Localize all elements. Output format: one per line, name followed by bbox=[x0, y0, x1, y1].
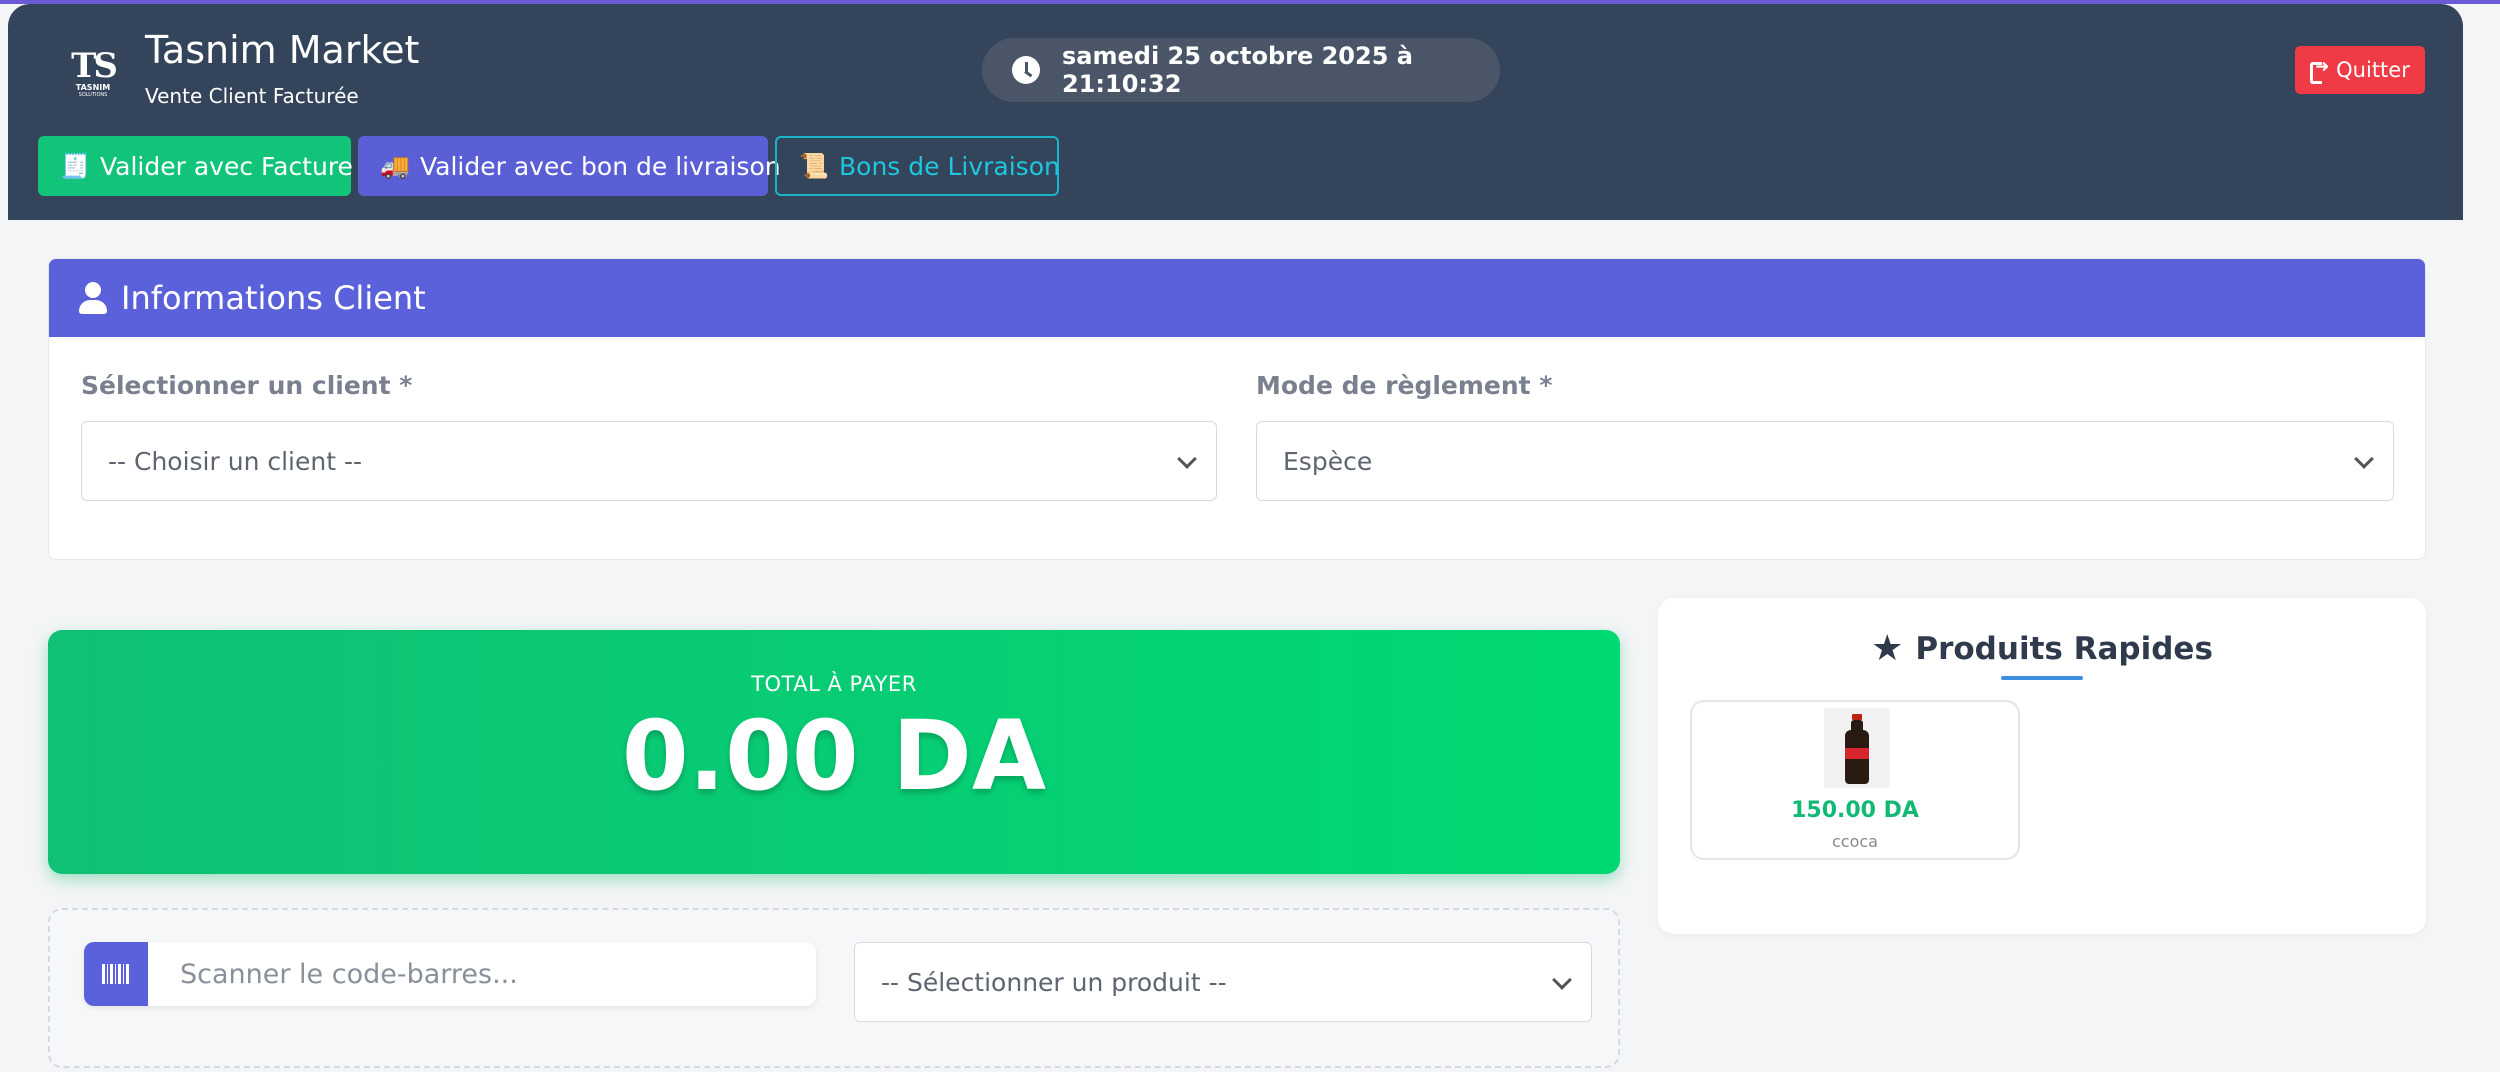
scroll-icon: 📜 bbox=[799, 152, 829, 180]
datetime-text: samedi 25 octobre 2025 à 21:10:32 bbox=[1062, 42, 1413, 98]
total-card: TOTAL À PAYER 0.00 DA bbox=[48, 630, 1620, 874]
total-value: 0.00 DA bbox=[621, 700, 1047, 812]
payment-mode-label: Mode de règlement * bbox=[1256, 371, 1553, 400]
truck-icon: 🚚 bbox=[380, 152, 410, 180]
chevron-down-icon bbox=[1177, 449, 1197, 469]
sign-out-icon bbox=[2310, 57, 2330, 84]
barcode-placeholder: Scanner le code-barres... bbox=[180, 958, 518, 990]
validate-delivery-label: Valider avec bon de livraison bbox=[420, 151, 781, 181]
product-select-value: -- Sélectionner un produit -- bbox=[881, 967, 1227, 997]
user-icon bbox=[79, 282, 107, 314]
payment-mode-value: Espèce bbox=[1283, 446, 1373, 476]
scan-area: Scanner le code-barres... -- Sélectionne… bbox=[48, 908, 1620, 1068]
title-underline bbox=[2001, 676, 2083, 680]
star-icon: ★ bbox=[1871, 628, 1904, 669]
quick-products-title: Produits Rapides bbox=[1915, 630, 2213, 667]
logo-mark: TS bbox=[71, 45, 118, 86]
quick-products-header: ★ Produits Rapides bbox=[1658, 628, 2426, 669]
client-select-label: Sélectionner un client * bbox=[81, 371, 413, 400]
product-select[interactable]: -- Sélectionner un produit -- bbox=[854, 942, 1592, 1022]
validate-invoice-button[interactable]: 🧾 Valider avec Facture bbox=[38, 136, 353, 196]
datetime-display: samedi 25 octobre 2025 à 21:10:32 bbox=[982, 38, 1500, 102]
receipt-icon: 🧾 bbox=[60, 152, 90, 180]
total-label: TOTAL À PAYER bbox=[751, 672, 917, 696]
app-title: Tasnim Market bbox=[145, 28, 420, 72]
quit-button[interactable]: Quitter bbox=[2295, 46, 2425, 94]
validate-invoice-label: Valider avec Facture bbox=[100, 151, 353, 181]
clock-icon bbox=[1012, 56, 1040, 84]
validate-delivery-button[interactable]: 🚚 Valider avec bon de livraison bbox=[358, 136, 781, 196]
quick-product-tile[interactable]: 150.00 DA ccoca bbox=[1690, 700, 2020, 860]
payment-mode-select[interactable]: Espèce bbox=[1256, 421, 2394, 501]
product-price: 150.00 DA bbox=[1791, 798, 1919, 823]
product-image bbox=[1824, 708, 1890, 788]
chevron-down-icon bbox=[1552, 970, 1572, 990]
quick-products-card: ★ Produits Rapides 150.00 DA ccoca bbox=[1658, 598, 2426, 934]
client-select-value: -- Choisir un client -- bbox=[108, 446, 363, 476]
quit-label: Quitter bbox=[2336, 58, 2410, 82]
logo-caption-small: SOLUTIONS bbox=[78, 91, 108, 98]
product-name: ccoca bbox=[1832, 832, 1878, 851]
client-select[interactable]: -- Choisir un client -- bbox=[81, 421, 1217, 501]
barcode-input[interactable]: Scanner le code-barres... bbox=[84, 942, 816, 1006]
logo-caption: TASNIM bbox=[75, 82, 111, 92]
delivery-notes-label: Bons de Livraison bbox=[839, 151, 1060, 181]
chevron-down-icon bbox=[2354, 449, 2374, 469]
barcode-icon bbox=[84, 942, 148, 1006]
app-logo: TS TASNIM SOLUTIONS bbox=[58, 40, 128, 106]
client-info-card: Informations Client Sélectionner un clie… bbox=[48, 258, 2426, 560]
client-card-title: Informations Client bbox=[121, 279, 426, 317]
app-header: TS TASNIM SOLUTIONS Tasnim Market Vente … bbox=[8, 4, 2463, 220]
app-subtitle: Vente Client Facturée bbox=[145, 84, 359, 108]
client-card-header: Informations Client bbox=[49, 259, 2425, 337]
delivery-notes-button[interactable]: 📜 Bons de Livraison bbox=[775, 136, 1060, 196]
